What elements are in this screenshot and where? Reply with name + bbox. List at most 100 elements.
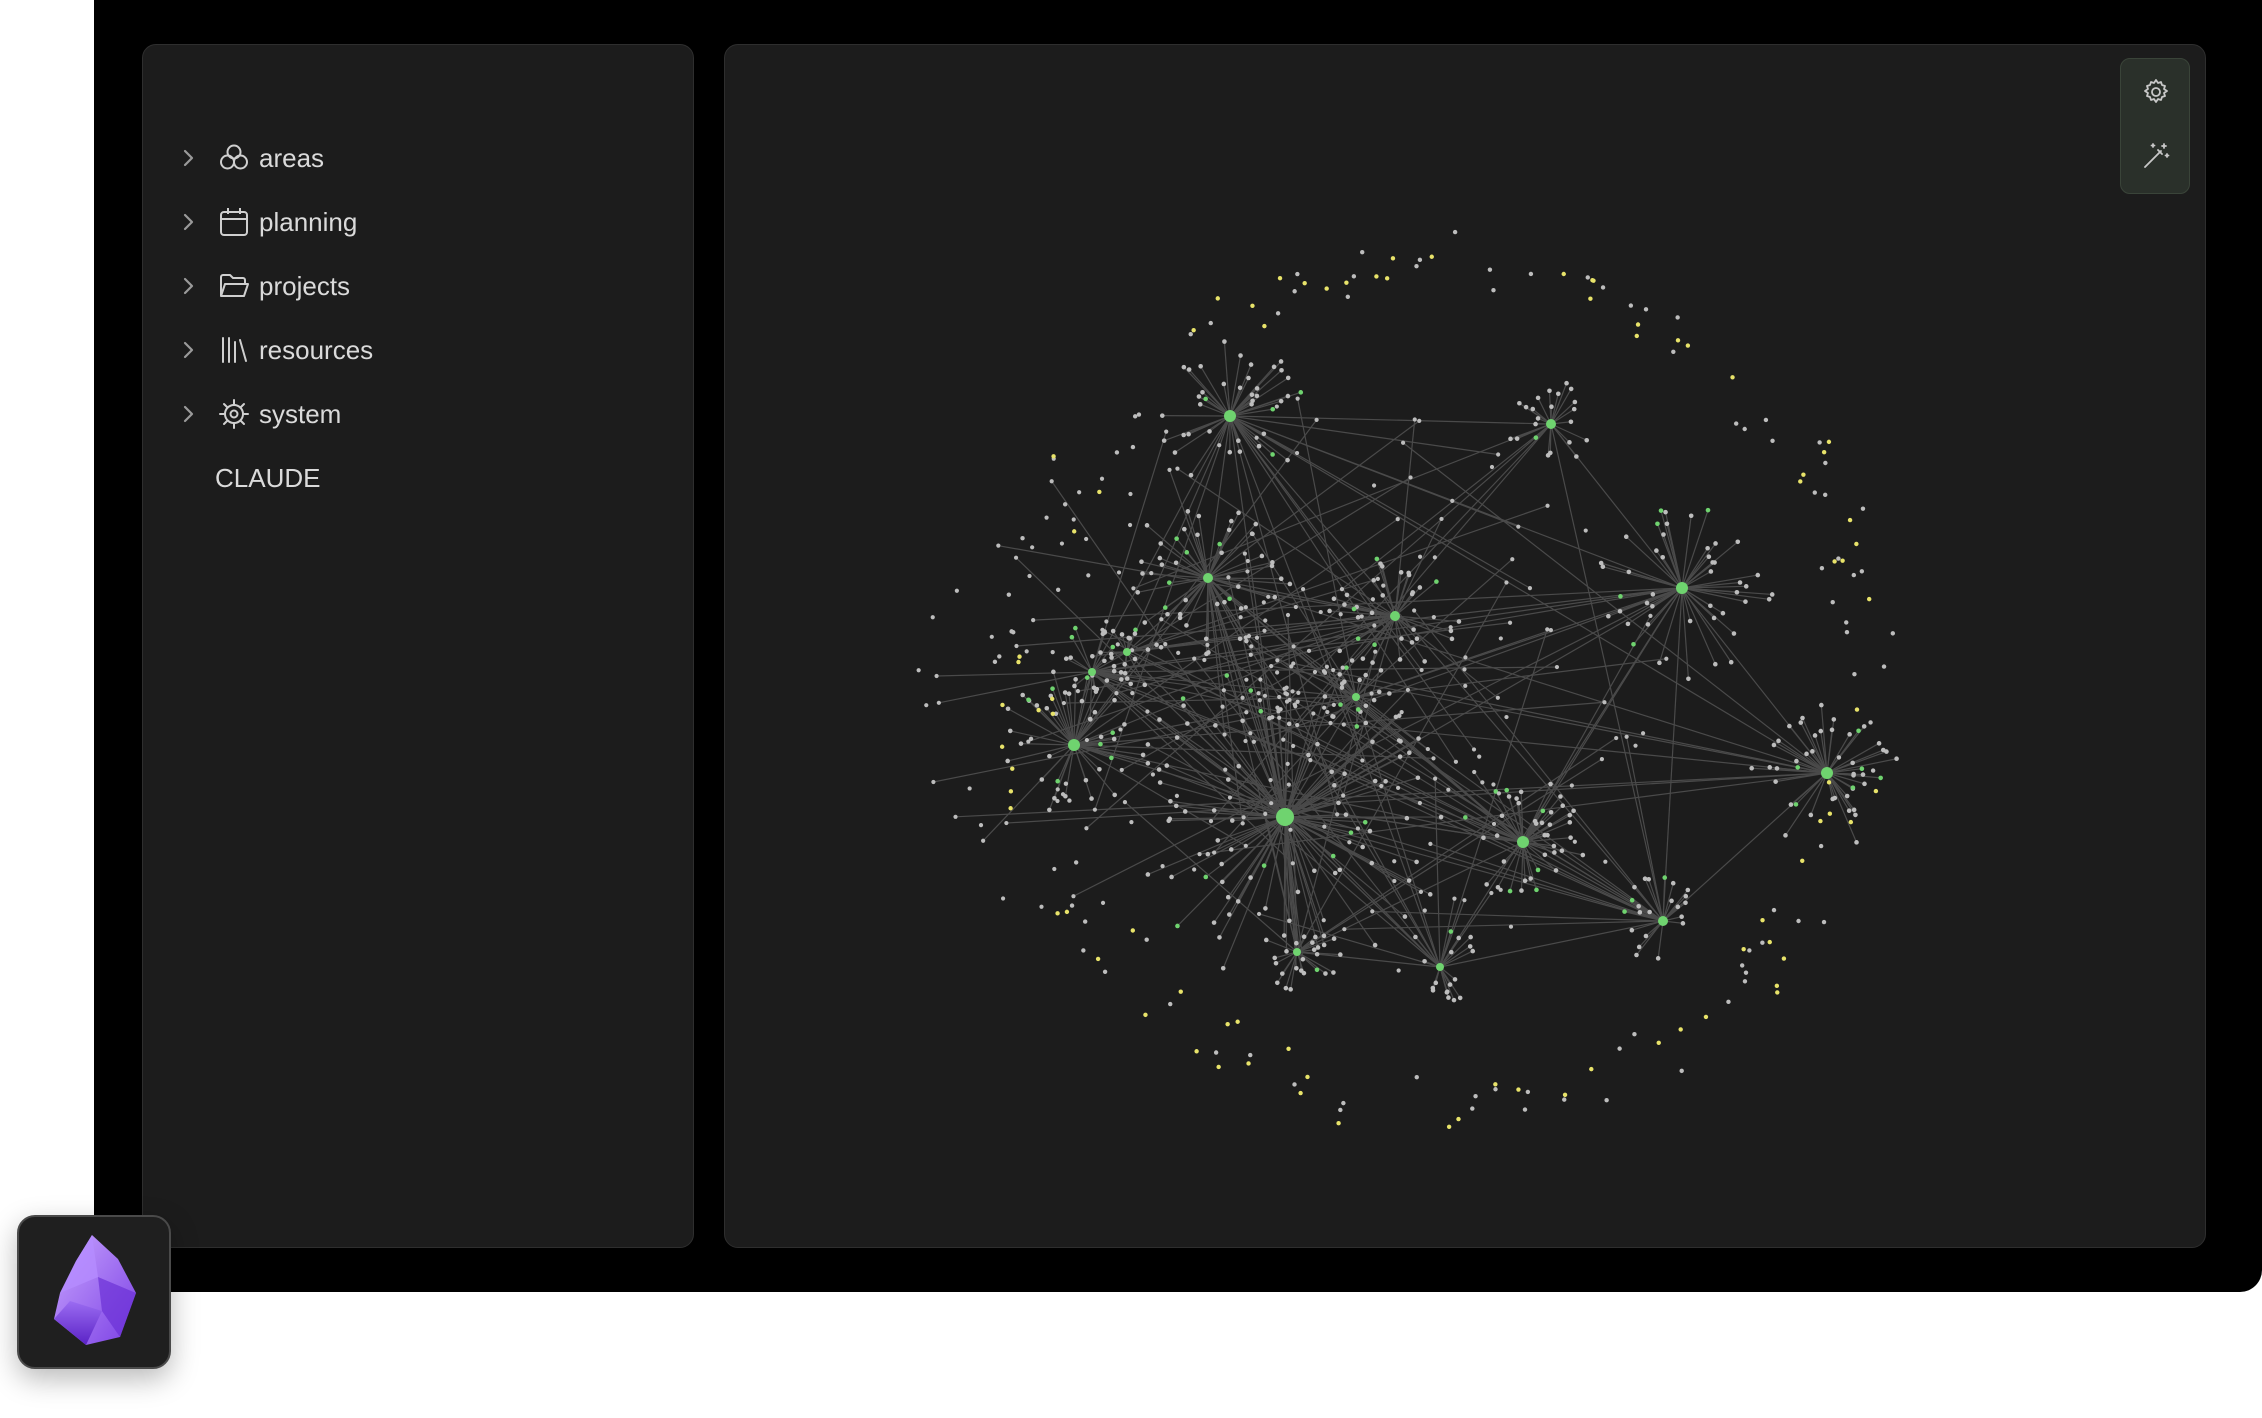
graph-node[interactable] <box>1249 392 1255 397</box>
graph-node[interactable] <box>1311 711 1316 716</box>
graph-node[interactable] <box>1259 553 1265 559</box>
graph-node[interactable] <box>1625 621 1631 627</box>
graph-node[interactable] <box>1276 808 1294 826</box>
graph-node[interactable] <box>1680 921 1686 926</box>
graph-node[interactable] <box>1298 390 1304 395</box>
graph-node[interactable] <box>1637 910 1643 915</box>
graph-node[interactable] <box>1007 728 1013 734</box>
graph-node[interactable] <box>989 634 994 639</box>
graph-node[interactable] <box>1338 612 1343 617</box>
graph-node[interactable] <box>1168 798 1173 804</box>
graph-node[interactable] <box>1238 615 1243 620</box>
graph-node[interactable] <box>1208 320 1213 326</box>
graph-node[interactable] <box>1237 636 1243 642</box>
graph-node[interactable] <box>1688 513 1694 519</box>
graph-node[interactable] <box>1352 693 1360 701</box>
graph-node[interactable] <box>1221 688 1226 693</box>
graph-node[interactable] <box>1387 691 1392 696</box>
graph-node[interactable] <box>1215 838 1221 843</box>
graph-node[interactable] <box>1413 934 1418 940</box>
graph-node[interactable] <box>1072 683 1077 689</box>
graph-node[interactable] <box>1781 956 1787 961</box>
graph-node[interactable] <box>1363 720 1369 726</box>
graph-node[interactable] <box>1310 940 1315 945</box>
graph-node[interactable] <box>1870 768 1876 773</box>
graph-node[interactable] <box>1448 628 1454 634</box>
graph-node[interactable] <box>1222 732 1227 737</box>
graph-node[interactable] <box>1406 878 1412 883</box>
graph-node[interactable] <box>1165 611 1170 617</box>
graph-node[interactable] <box>1548 450 1553 456</box>
graph-node[interactable] <box>1491 287 1496 293</box>
graph-node[interactable] <box>1830 599 1835 605</box>
graph-node[interactable] <box>1354 724 1360 729</box>
graph-node[interactable] <box>1174 793 1180 799</box>
graph-node[interactable] <box>1240 695 1245 700</box>
graph-node[interactable] <box>1024 649 1029 654</box>
graph-node[interactable] <box>1281 933 1287 938</box>
graph-node[interactable] <box>1224 410 1236 422</box>
graph-node[interactable] <box>1628 303 1634 308</box>
graph-node[interactable] <box>1055 787 1060 792</box>
graph-node[interactable] <box>1850 785 1856 790</box>
graph-node[interactable] <box>1452 229 1458 235</box>
graph-node[interactable] <box>1284 949 1289 954</box>
graph-node[interactable] <box>1417 585 1423 590</box>
graph-node[interactable] <box>1749 765 1754 771</box>
graph-node[interactable] <box>1373 649 1378 654</box>
graph-node[interactable] <box>1535 395 1541 401</box>
graph-node[interactable] <box>1122 670 1128 676</box>
graph-node[interactable] <box>1412 417 1417 422</box>
graph-node[interactable] <box>1124 676 1130 681</box>
graph-node[interactable] <box>1324 664 1329 669</box>
graph-node[interactable] <box>1322 694 1328 699</box>
graph-node[interactable] <box>1198 363 1203 369</box>
graph-node[interactable] <box>1140 571 1145 576</box>
graph-node[interactable] <box>1739 963 1745 968</box>
tree-item-areas[interactable]: areas <box>143 131 683 185</box>
graph-node[interactable] <box>1679 1068 1684 1074</box>
graph-node[interactable] <box>1214 601 1220 607</box>
graph-node[interactable] <box>1028 736 1034 742</box>
graph-node[interactable] <box>1399 636 1404 641</box>
graph-node[interactable] <box>1535 867 1541 873</box>
graph-node[interactable] <box>1783 833 1788 838</box>
tree-item-resources[interactable]: resources <box>143 323 683 377</box>
graph-node[interactable] <box>1111 668 1117 674</box>
graph-node[interactable] <box>1859 569 1865 574</box>
graph-node[interactable] <box>1140 752 1146 758</box>
graph-node[interactable] <box>1197 852 1202 857</box>
graph-node[interactable] <box>1545 627 1550 632</box>
graph-node[interactable] <box>1286 721 1292 727</box>
graph-node[interactable] <box>1275 311 1281 316</box>
graph-node[interactable] <box>1088 668 1096 676</box>
graph-node[interactable] <box>934 673 939 679</box>
graph-node[interactable] <box>1072 529 1077 534</box>
graph-node[interactable] <box>1300 956 1306 962</box>
graph-node[interactable] <box>1174 735 1180 740</box>
graph-node[interactable] <box>1285 457 1290 463</box>
graph-node[interactable] <box>1191 327 1196 333</box>
graph-node[interactable] <box>1248 731 1253 736</box>
graph-node[interactable] <box>1341 1100 1346 1106</box>
graph-node[interactable] <box>1092 807 1097 812</box>
graph-node[interactable] <box>1344 592 1350 598</box>
graph-node[interactable] <box>1145 647 1151 652</box>
graph-node[interactable] <box>1127 636 1133 641</box>
graph-node[interactable] <box>1064 909 1070 915</box>
graph-node[interactable] <box>1087 716 1093 722</box>
graph-node[interactable] <box>1589 1066 1594 1072</box>
graph-node[interactable] <box>1254 393 1260 399</box>
graph-node[interactable] <box>1133 627 1138 633</box>
graph-node[interactable] <box>1854 707 1860 712</box>
graph-node[interactable] <box>1571 808 1576 814</box>
graph-node[interactable] <box>1804 751 1809 757</box>
graph-node[interactable] <box>1291 661 1296 666</box>
graph-node[interactable] <box>1034 703 1040 708</box>
graph-node[interactable] <box>1774 983 1780 989</box>
graph-node[interactable] <box>1149 570 1154 576</box>
graph-node[interactable] <box>1272 594 1278 600</box>
graph-node[interactable] <box>1269 563 1275 569</box>
graph-node[interactable] <box>1788 802 1794 807</box>
graph-node[interactable] <box>1331 970 1336 975</box>
